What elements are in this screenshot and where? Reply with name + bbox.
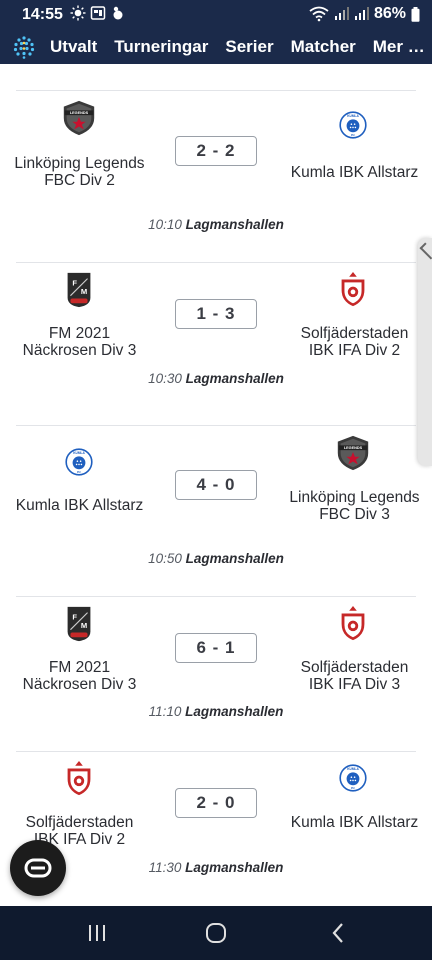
kumla-logo-icon [337,109,369,141]
nav-matcher[interactable]: Matcher [291,37,356,57]
match-row[interactable]: Linköping Legends FBC Div 2 2 - 2 Kumla … [14,90,418,262]
match-info: 11:10 Lagmanshallen [16,704,416,719]
score-box[interactable]: 1 - 3 [175,299,257,329]
match-venue[interactable]: Lagmanshallen [186,371,284,386]
home-icon[interactable] [203,920,229,946]
match-time: 10:10 [148,217,182,232]
app-notification-icon [113,6,123,20]
match-row[interactable]: FM 2021 Näckrosen Div 3 6 - 1 Solfjäders… [16,596,416,751]
away-team[interactable]: Solfjäderstaden IBK IFA Div 2 [287,325,422,359]
match-row[interactable]: FM 2021 Näckrosen Div 3 1 - 3 Solfjäders… [16,262,416,425]
chat-icon [24,858,52,878]
home-team[interactable]: FM 2021 Näckrosen Div 3 [12,325,147,359]
legends-logo-icon [334,434,372,472]
legends-logo-icon [60,99,98,137]
kumla-logo-icon [63,446,95,478]
solfjaderstaden-logo-icon [60,760,98,798]
nav-serier[interactable]: Serier [225,37,273,57]
away-team[interactable]: Linköping Legends FBC Div 3 [287,489,422,523]
away-team[interactable]: Kumla IBK Allstarz [287,164,422,181]
match-venue[interactable]: Lagmanshallen [186,551,284,566]
system-navigation-bar [0,906,432,960]
fm-logo-icon [60,271,98,309]
battery-percent: 86% [373,5,406,22]
score-box[interactable]: 4 - 0 [175,470,257,500]
kumla-logo-icon [337,762,369,794]
match-time: 11:10 [148,704,182,719]
chat-button[interactable] [10,840,66,896]
match-venue[interactable]: Lagmanshallen [185,704,283,719]
nav-turneringar[interactable]: Turneringar [114,37,208,57]
match-info: 11:30 Lagmanshallen [16,860,416,875]
match-time: 10:50 [148,551,182,566]
away-team[interactable]: Kumla IBK Allstarz [287,814,422,831]
gallery-icon [90,6,106,20]
match-row[interactable]: Kumla IBK Allstarz 4 - 0 Linköping Legen… [16,425,420,596]
back-icon[interactable] [326,920,352,946]
status-time: 14:55 [22,6,63,23]
top-navigation: Utvalt Turneringar Serier Matcher Mer … [0,30,432,64]
score-box[interactable]: 2 - 2 [175,136,257,166]
notification-icons [70,5,126,21]
away-team[interactable]: Solfjäderstaden IBK IFA Div 3 [287,659,422,693]
system-icons: 86% [309,5,420,23]
match-venue[interactable]: Lagmanshallen [185,860,283,875]
solfjaderstaden-logo-icon [334,605,372,643]
home-team[interactable]: FM 2021 Näckrosen Div 3 [12,659,147,693]
score-box[interactable]: 6 - 1 [175,633,257,663]
match-info: 10:50 Lagmanshallen [16,551,416,566]
solfjaderstaden-logo-icon [334,271,372,309]
sun-icon [70,5,86,21]
status-bar: 14:55 86% [0,0,432,30]
match-venue[interactable]: Lagmanshallen [186,217,284,232]
match-info: 10:30 Lagmanshallen [16,371,416,386]
signal-icon-2 [354,7,369,20]
app-logo-icon[interactable] [12,35,36,59]
nav-utvalt[interactable]: Utvalt [50,37,97,57]
signal-icon-1 [334,7,349,20]
match-row[interactable]: Solfjäderstaden IBK IFA Div 2 2 - 0 Kuml… [16,751,418,911]
edge-panel-handle[interactable] [418,238,432,466]
score-box[interactable]: 2 - 0 [175,788,257,818]
home-team[interactable]: Linköping Legends FBC Div 2 [12,155,147,189]
match-info: 10:10 Lagmanshallen [16,217,416,232]
home-team[interactable]: Kumla IBK Allstarz [12,497,147,514]
battery-icon [411,6,420,22]
match-time: 11:30 [148,860,182,875]
fm-logo-icon [60,605,98,643]
recent-apps-icon[interactable] [84,920,110,946]
nav-more[interactable]: Mer … [373,37,425,57]
wifi-icon [309,6,329,22]
match-time: 10:30 [148,371,182,386]
match-list: Linköping Legends FBC Div 2 2 - 2 Kumla … [14,90,420,911]
